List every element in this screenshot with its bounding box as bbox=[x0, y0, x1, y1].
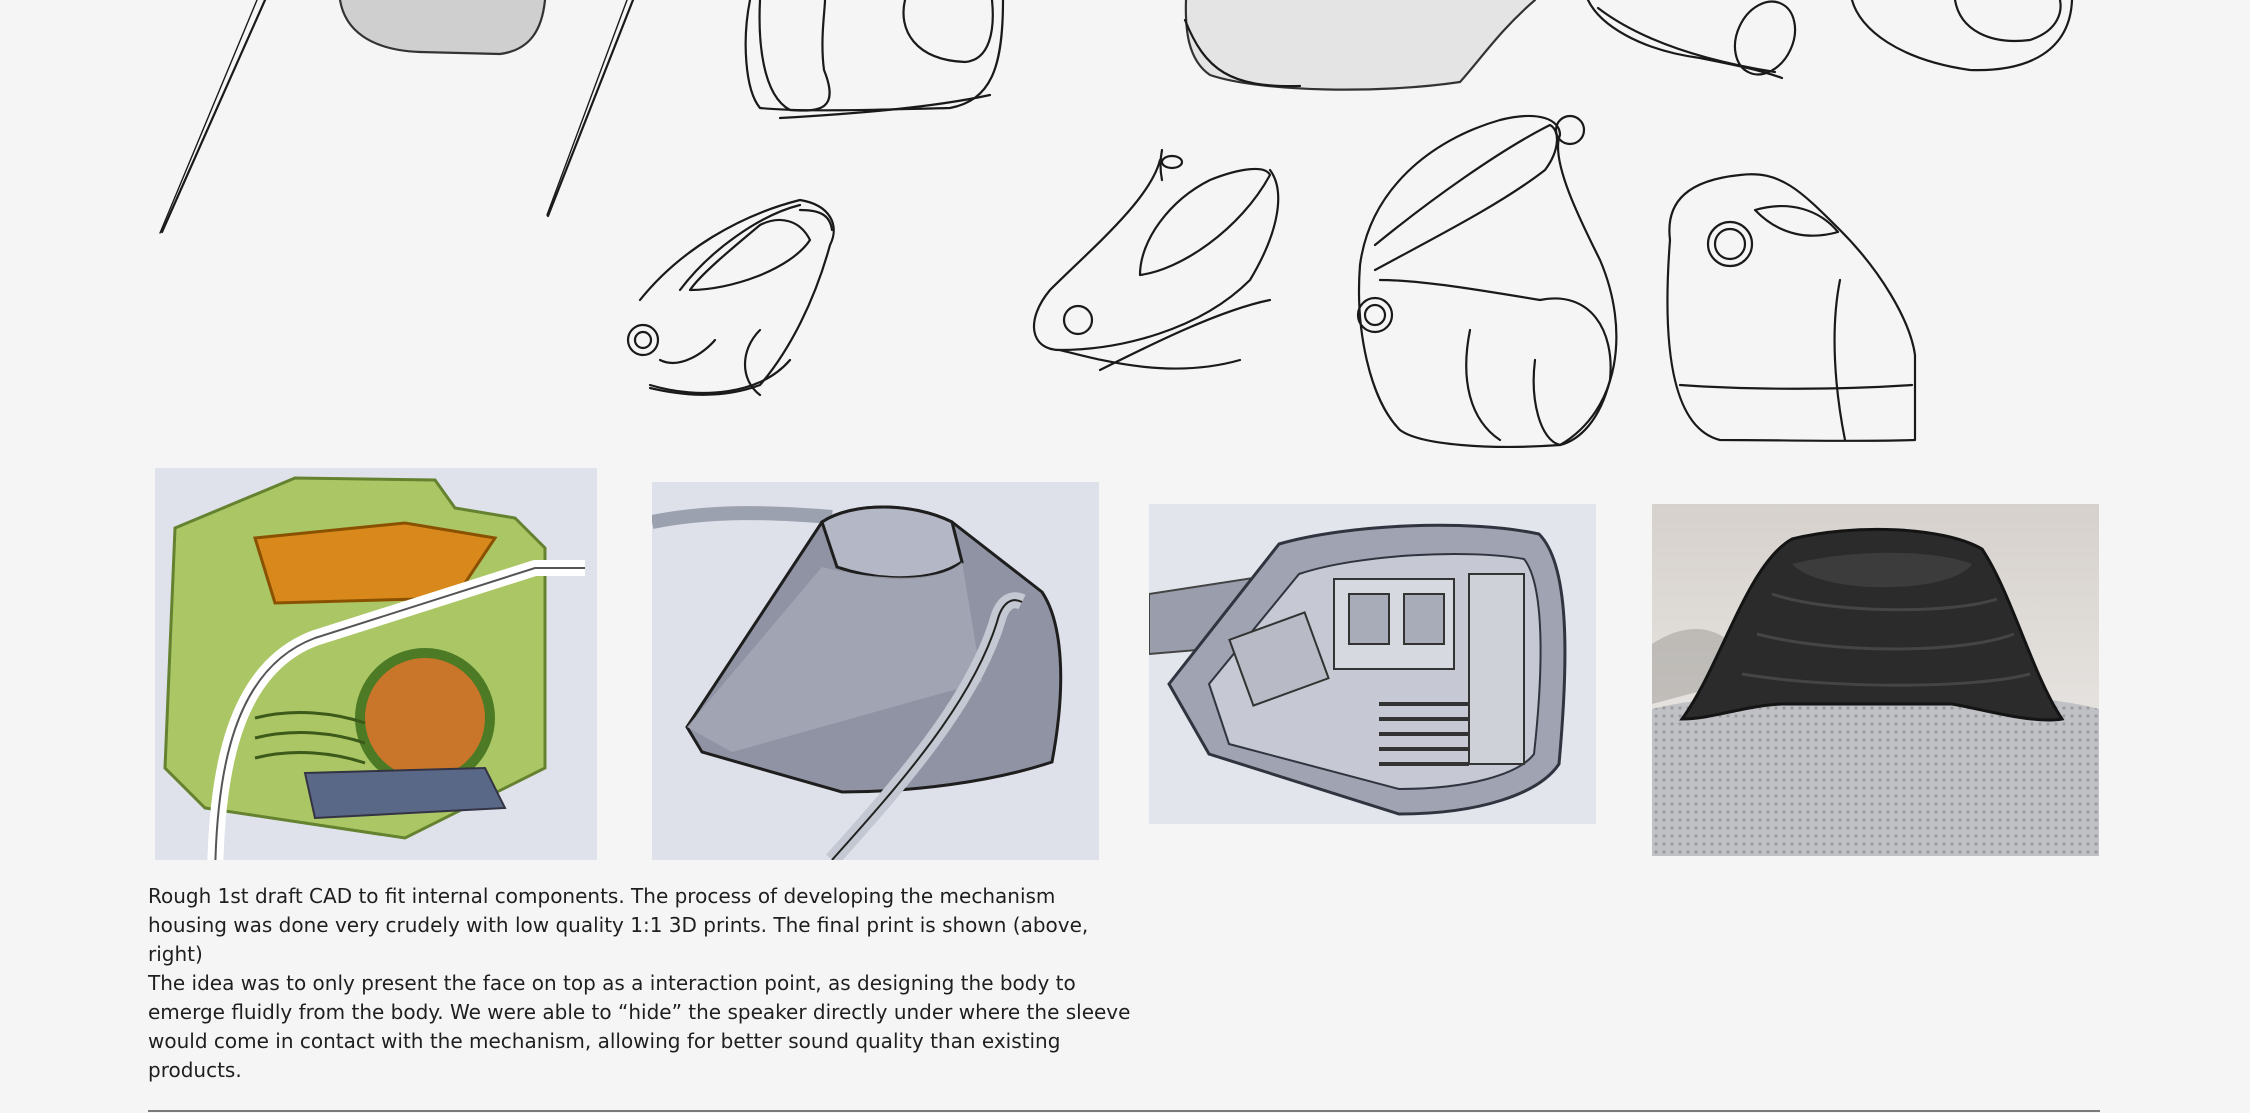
cad-outer-shell-render bbox=[652, 482, 1099, 860]
sketch-fragment-3 bbox=[744, 0, 1005, 112]
caption-cad-note: Rough 1st draft CAD to fit internal comp… bbox=[148, 884, 1089, 966]
sketch-fragment-5 bbox=[1586, 0, 1784, 80]
sketch-fragment-6 bbox=[1850, 0, 2074, 72]
cad-speaker-module bbox=[355, 648, 495, 788]
sketch-line-2 bbox=[546, 0, 635, 218]
sketch-concept-c bbox=[1356, 114, 1618, 448]
caption-design-note: The idea was to only present the face on… bbox=[148, 971, 1131, 1082]
cad-housing-render bbox=[155, 468, 597, 860]
cad-section-render bbox=[1149, 504, 1596, 824]
section-divider bbox=[148, 1110, 2100, 1112]
sketch-line-1 bbox=[160, 0, 267, 234]
sketch-concept-b bbox=[1032, 148, 1280, 372]
sketch-shaded-top-left bbox=[338, 0, 547, 56]
fabric-sleeve bbox=[1652, 697, 2099, 856]
sketch-concept-a bbox=[626, 198, 835, 397]
sketch-concept-d bbox=[1666, 173, 1917, 442]
shell-face bbox=[820, 505, 964, 580]
sketch-shaded-block bbox=[1184, 0, 1537, 91]
concept-sketches bbox=[0, 0, 2250, 460]
final-print-photo bbox=[1652, 504, 2099, 856]
